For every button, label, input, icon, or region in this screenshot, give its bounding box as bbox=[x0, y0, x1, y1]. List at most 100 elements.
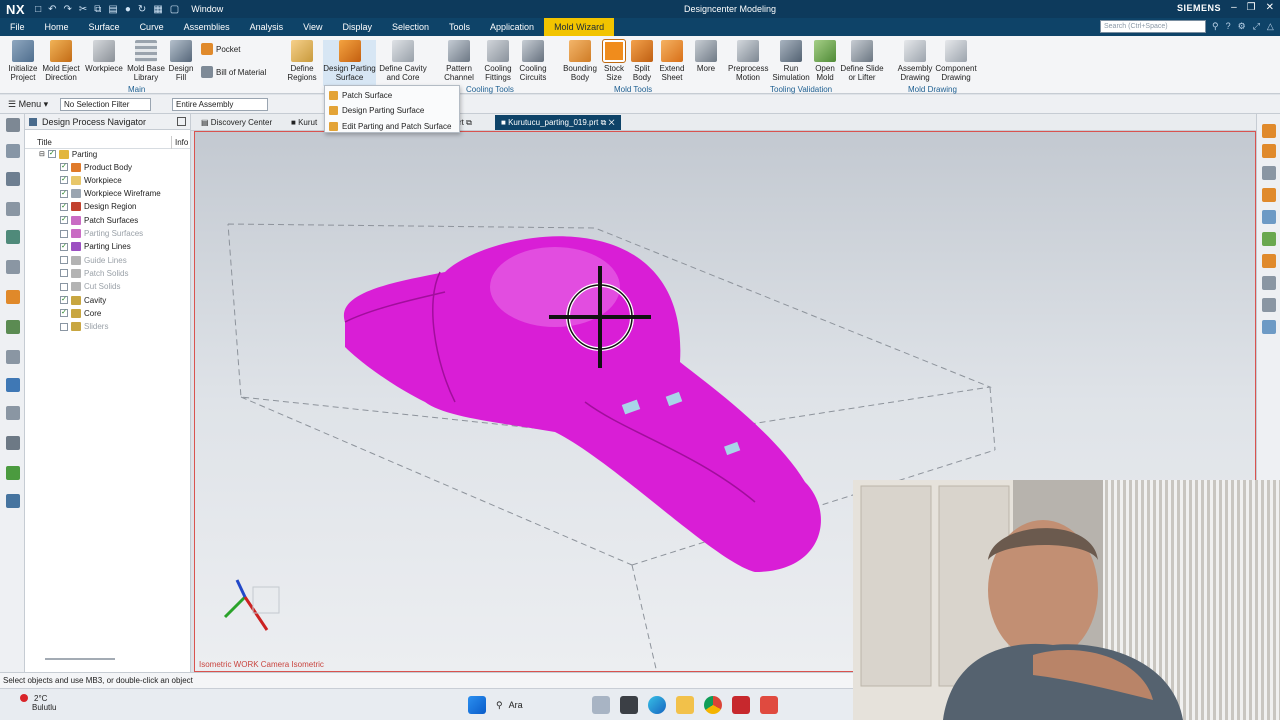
menu-assemblies[interactable]: Assemblies bbox=[174, 18, 240, 36]
help-icon[interactable]: ? bbox=[1226, 21, 1231, 32]
menu-curve[interactable]: Curve bbox=[130, 18, 174, 36]
menu-item-design-parting-surface[interactable]: Design Parting Surface bbox=[329, 103, 424, 117]
recorder-icon[interactable] bbox=[760, 696, 778, 714]
tree-item[interactable]: ✓ Workpiece bbox=[60, 174, 122, 186]
menu-mold-wizard[interactable]: Mold Wizard bbox=[544, 18, 615, 36]
measure-icon[interactable] bbox=[1262, 298, 1276, 312]
redo-icon[interactable]: ↷ bbox=[64, 4, 72, 15]
paste-icon[interactable]: ▤ bbox=[108, 4, 117, 15]
menu-analysis[interactable]: Analysis bbox=[240, 18, 294, 36]
cooling-icon[interactable] bbox=[1262, 232, 1276, 246]
menu-display[interactable]: Display bbox=[332, 18, 382, 36]
taskbar-search[interactable]: ⚲ Ara bbox=[496, 700, 582, 711]
restore-icon[interactable]: ❐ bbox=[1247, 2, 1256, 13]
navigator-icon[interactable] bbox=[6, 144, 20, 158]
surface-tool-icon[interactable] bbox=[1262, 144, 1276, 158]
tree-item[interactable]: ✓ Design Region bbox=[60, 201, 136, 213]
assembly-navigator-icon[interactable] bbox=[6, 172, 20, 186]
menu-view[interactable]: View bbox=[293, 18, 332, 36]
pocket-button[interactable]: Pocket bbox=[201, 43, 240, 55]
tree-item-checkbox[interactable] bbox=[60, 256, 68, 265]
tree-item-checkbox[interactable] bbox=[60, 322, 68, 331]
settings-icon[interactable]: ⚙ bbox=[1238, 21, 1246, 32]
checkbox-parting[interactable]: ✓ bbox=[47, 150, 56, 158]
preprocess-motion-button[interactable]: Preprocess Motion bbox=[728, 40, 768, 82]
tree-item-checkbox[interactable]: ✓ bbox=[60, 189, 68, 198]
define-regions-button[interactable]: Define Regions bbox=[284, 40, 320, 82]
cooling-circuits-button[interactable]: Cooling Circuits bbox=[517, 40, 549, 82]
component-drawing-button[interactable]: Component Drawing bbox=[935, 40, 977, 82]
weather-widget[interactable]: 2°C Bulutlu bbox=[20, 694, 56, 712]
window-menu[interactable]: Window bbox=[191, 4, 223, 14]
visibility-icon[interactable] bbox=[1262, 166, 1276, 180]
pattern-channel-button[interactable]: Pattern Channel bbox=[440, 40, 478, 82]
initialize-project-button[interactable]: Initialize Project bbox=[4, 40, 42, 82]
tab-discovery-center[interactable]: ▤ Discovery Center bbox=[195, 115, 278, 130]
widget-icon[interactable] bbox=[592, 696, 610, 714]
collapse-icon[interactable]: ⊟ bbox=[39, 150, 45, 158]
cut-icon[interactable]: ✂ bbox=[79, 4, 87, 15]
assembly-scope-dropdown[interactable]: Entire Assembly bbox=[172, 98, 268, 111]
design-fill-button[interactable]: Design Fill bbox=[166, 40, 196, 82]
tree-item-checkbox[interactable]: ✓ bbox=[60, 242, 68, 251]
tree-item[interactable]: Cut Solids bbox=[60, 281, 120, 293]
process-navigator-icon[interactable] bbox=[6, 320, 20, 334]
tree-item[interactable]: ✓ Cavity bbox=[60, 294, 106, 306]
tree-item-checkbox[interactable] bbox=[60, 282, 68, 291]
tab-kurut[interactable]: ■ Kurut bbox=[285, 115, 323, 130]
split-body-button[interactable]: Split Body bbox=[628, 40, 656, 82]
menu-file[interactable]: File bbox=[0, 18, 35, 36]
layer-icon[interactable] bbox=[1262, 276, 1276, 290]
mic-icon[interactable]: ● bbox=[125, 4, 131, 15]
history-icon[interactable] bbox=[6, 350, 20, 364]
menu-button[interactable]: ☰ Menu ▾ bbox=[8, 99, 48, 110]
expand-icon[interactable]: △ bbox=[1267, 21, 1274, 32]
tree-item-checkbox[interactable]: ✓ bbox=[60, 309, 68, 318]
part-navigator-icon[interactable] bbox=[6, 202, 20, 216]
tree-item-checkbox[interactable]: ✓ bbox=[60, 202, 68, 211]
tree-item-checkbox[interactable] bbox=[60, 269, 68, 278]
workpiece-button[interactable]: Workpiece bbox=[84, 40, 124, 74]
screen-icon[interactable]: ▢ bbox=[170, 4, 179, 15]
maximize-panel-icon[interactable] bbox=[177, 117, 186, 126]
tree-item[interactable]: ✓ Parting Lines bbox=[60, 241, 131, 253]
close-icon[interactable]: ✕ bbox=[1266, 2, 1274, 13]
run-simulation-button[interactable]: Run Simulation bbox=[770, 40, 812, 82]
settings-icon[interactable] bbox=[6, 118, 20, 132]
repeat-icon[interactable]: ↻ bbox=[138, 4, 146, 15]
horizontal-scrollbar[interactable] bbox=[45, 658, 115, 660]
mold-base-library-button[interactable]: Mold Base Library bbox=[126, 40, 166, 82]
tree-item[interactable]: Parting Surfaces bbox=[60, 228, 143, 240]
product-body[interactable] bbox=[343, 236, 821, 573]
tree-item[interactable]: ✓ Product Body bbox=[60, 161, 132, 173]
layout-icon[interactable]: ▦ bbox=[153, 4, 162, 15]
menu-home[interactable]: Home bbox=[35, 18, 79, 36]
undo-icon[interactable]: ↶ bbox=[48, 4, 56, 15]
tree-item-checkbox[interactable] bbox=[60, 229, 68, 238]
menu-surface[interactable]: Surface bbox=[79, 18, 130, 36]
stock-size-button[interactable]: Stock Size bbox=[601, 39, 627, 82]
search-icon[interactable]: ⚲ bbox=[1212, 21, 1219, 32]
tree-item[interactable]: Sliders bbox=[60, 321, 108, 333]
view-icon[interactable] bbox=[1262, 210, 1276, 224]
mold-navigator-icon[interactable] bbox=[6, 290, 20, 304]
move-icon[interactable] bbox=[1262, 320, 1276, 334]
design-parting-surface-button[interactable]: Design Parting Surface bbox=[323, 40, 376, 86]
tree-item-checkbox[interactable]: ✓ bbox=[60, 296, 68, 304]
extend-sheet-button[interactable]: Extend Sheet bbox=[657, 40, 687, 82]
more-button[interactable]: More bbox=[692, 40, 720, 74]
open-mold-button[interactable]: Open Mold bbox=[812, 40, 838, 82]
save-icon[interactable]: □ bbox=[35, 4, 41, 15]
define-cavity-core-button[interactable]: Define Cavity and Core bbox=[378, 40, 428, 82]
tools-icon[interactable] bbox=[6, 494, 20, 508]
clock-icon[interactable] bbox=[6, 406, 20, 420]
tree-item[interactable]: ✓ Patch Surfaces bbox=[60, 214, 138, 226]
chrome-icon[interactable] bbox=[704, 696, 722, 714]
bounding-body-button[interactable]: Bounding Body bbox=[562, 40, 598, 82]
command-search-input[interactable]: Search (Ctrl+Space) bbox=[1100, 20, 1206, 33]
tree-item-checkbox[interactable]: ✓ bbox=[60, 163, 68, 171]
assembly-drawing-button[interactable]: Assembly Drawing bbox=[896, 40, 934, 82]
minimize-icon[interactable]: – bbox=[1231, 2, 1237, 13]
menu-item-edit-parting-patch-surface[interactable]: Edit Parting and Patch Surface bbox=[329, 119, 451, 133]
body-tool-icon[interactable] bbox=[1262, 188, 1276, 202]
